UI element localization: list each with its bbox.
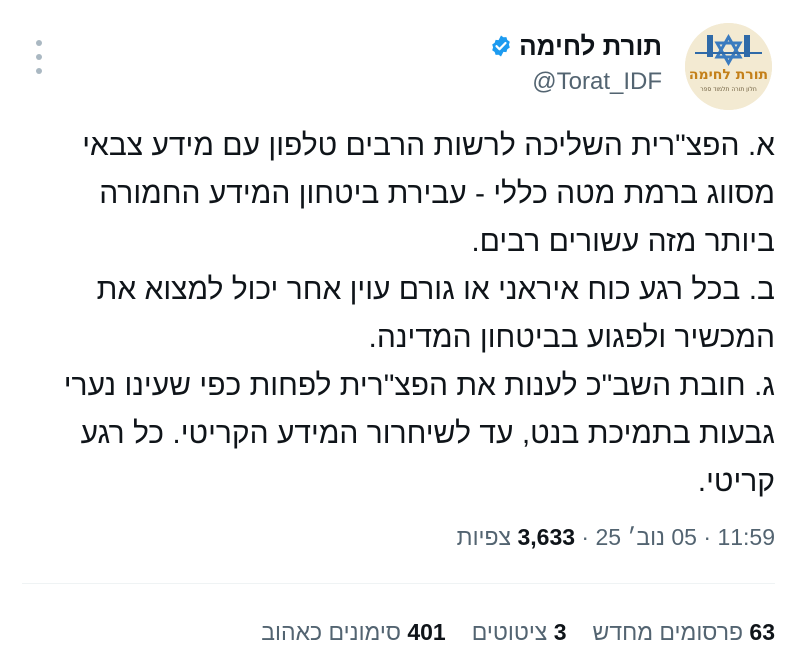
tweet-text: א. הפצ"רית השליכה לרשות הרבים טלפון עם מ… bbox=[5, 122, 775, 506]
tweet-text-line: א. הפצ"רית השליכה לרשות הרבים טלפון עם מ… bbox=[82, 129, 775, 162]
quotes-count: 3 bbox=[553, 619, 567, 645]
tweet-text-line: מסווג ברמת מטה כללי - עבירת ביטחון המידע… bbox=[99, 177, 775, 210]
avatar[interactable]: תורת לחימה חלון תורה תלמוד ספר bbox=[685, 23, 772, 110]
tweet-text-line: גבעות בתמיכת בנט, עד לשיחרור המידע הקריט… bbox=[80, 417, 775, 450]
author-block: תורת לחימה @Torat_IDF bbox=[489, 30, 662, 96]
tweet-text-line: קריטי. bbox=[697, 465, 775, 498]
tweet-date[interactable]: 05 נוב׳ 25 bbox=[595, 524, 697, 550]
more-dot-icon bbox=[36, 68, 42, 74]
more-options-button[interactable] bbox=[28, 40, 50, 74]
tweet-text-line: המכשיר ולפגוע בביטחון המדינה. bbox=[368, 321, 775, 354]
name-row: תורת לחימה bbox=[489, 30, 662, 62]
engagement-stats: 63 פרסומים מחדש 3 ציטוטים 401 סימונים כא… bbox=[261, 617, 775, 647]
meta-separator: · bbox=[703, 524, 712, 550]
more-dot-icon bbox=[36, 54, 42, 60]
author-handle[interactable]: @Torat_IDF bbox=[489, 68, 662, 96]
likes-count: 401 bbox=[407, 619, 446, 645]
tweet-text-line: ג. חובת השב"כ לענות את הפצ"רית לפחות כפי… bbox=[63, 369, 775, 402]
more-dot-icon bbox=[36, 40, 42, 46]
quotes-stat[interactable]: 3 ציטוטים bbox=[472, 617, 567, 647]
tweet-meta: 11:59 · 05 נוב׳ 25 · 3,633 צפיות bbox=[457, 522, 775, 552]
reposts-stat[interactable]: 63 פרסומים מחדש bbox=[593, 617, 775, 647]
meta-separator: · bbox=[581, 524, 590, 550]
tweet-card: תורת לחימה @Torat_IDF תורת לחימה חלון תו… bbox=[0, 0, 797, 665]
tweet-text-line: ביותר מזה עשורים רבים. bbox=[471, 225, 775, 258]
avatar-logo-subtext: חלון תורה תלמוד ספר bbox=[700, 86, 757, 93]
quotes-label: ציטוטים bbox=[471, 619, 548, 645]
avatar-logo-image: תורת לחימה חלון תורה תלמוד ספר bbox=[685, 23, 772, 110]
views-count: 3,633 bbox=[517, 524, 576, 550]
views-label: צפיות bbox=[456, 524, 512, 550]
divider bbox=[22, 583, 775, 584]
reposts-count: 63 bbox=[749, 619, 775, 645]
reposts-label: פרסומים מחדש bbox=[592, 619, 744, 645]
tweet-text-line: ב. בכל רגע כוח איראני או גורם עוין אחר י… bbox=[96, 273, 775, 306]
avatar-logo-text: תורת לחימה bbox=[689, 67, 768, 83]
verified-badge-icon bbox=[492, 35, 510, 57]
tweet-time[interactable]: 11:59 bbox=[717, 524, 775, 550]
author-display-name[interactable]: תורת לחימה bbox=[519, 30, 662, 62]
likes-stat[interactable]: 401 סימונים כאהוב bbox=[261, 617, 445, 647]
likes-label: סימונים כאהוב bbox=[261, 619, 401, 645]
